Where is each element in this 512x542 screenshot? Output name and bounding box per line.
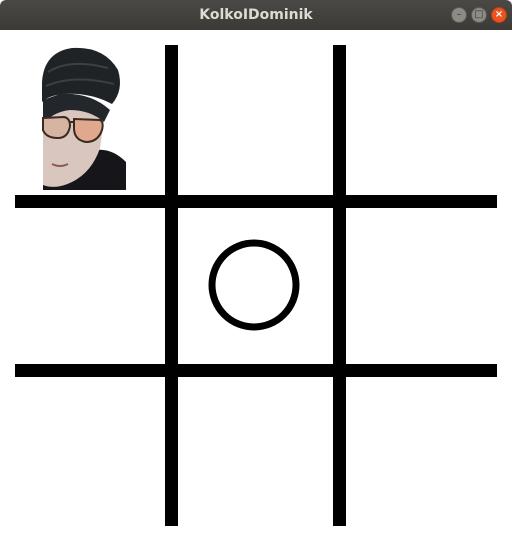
- close-button[interactable]: ×: [491, 7, 507, 23]
- board-cell-1[interactable]: [15, 45, 165, 195]
- game-canvas[interactable]: [0, 30, 512, 542]
- board-cell-9[interactable]: [346, 377, 497, 526]
- maximize-icon: □: [474, 9, 484, 20]
- close-icon: ×: [494, 9, 504, 20]
- board-cell-8[interactable]: [178, 377, 333, 526]
- grid-line-horizontal-2: [15, 364, 497, 377]
- board-cell-7[interactable]: [15, 377, 165, 526]
- grid-line-vertical-2: [333, 45, 346, 526]
- minimize-icon: –: [456, 9, 462, 20]
- board-cell-4[interactable]: [15, 208, 165, 364]
- grid-line-horizontal-1: [15, 195, 497, 208]
- board-cell-6[interactable]: [346, 208, 497, 364]
- maximize-button[interactable]: □: [471, 7, 487, 23]
- game-window: KolkoIDominik – □ ×: [0, 0, 512, 542]
- board-cell-2[interactable]: [178, 45, 333, 195]
- minimize-button[interactable]: –: [451, 7, 467, 23]
- board-cell-5[interactable]: [178, 208, 333, 364]
- grid-line-vertical-1: [165, 45, 178, 526]
- board-cell-3[interactable]: [346, 45, 497, 195]
- window-title: KolkoIDominik: [199, 7, 313, 23]
- title-bar[interactable]: KolkoIDominik – □ ×: [0, 0, 512, 30]
